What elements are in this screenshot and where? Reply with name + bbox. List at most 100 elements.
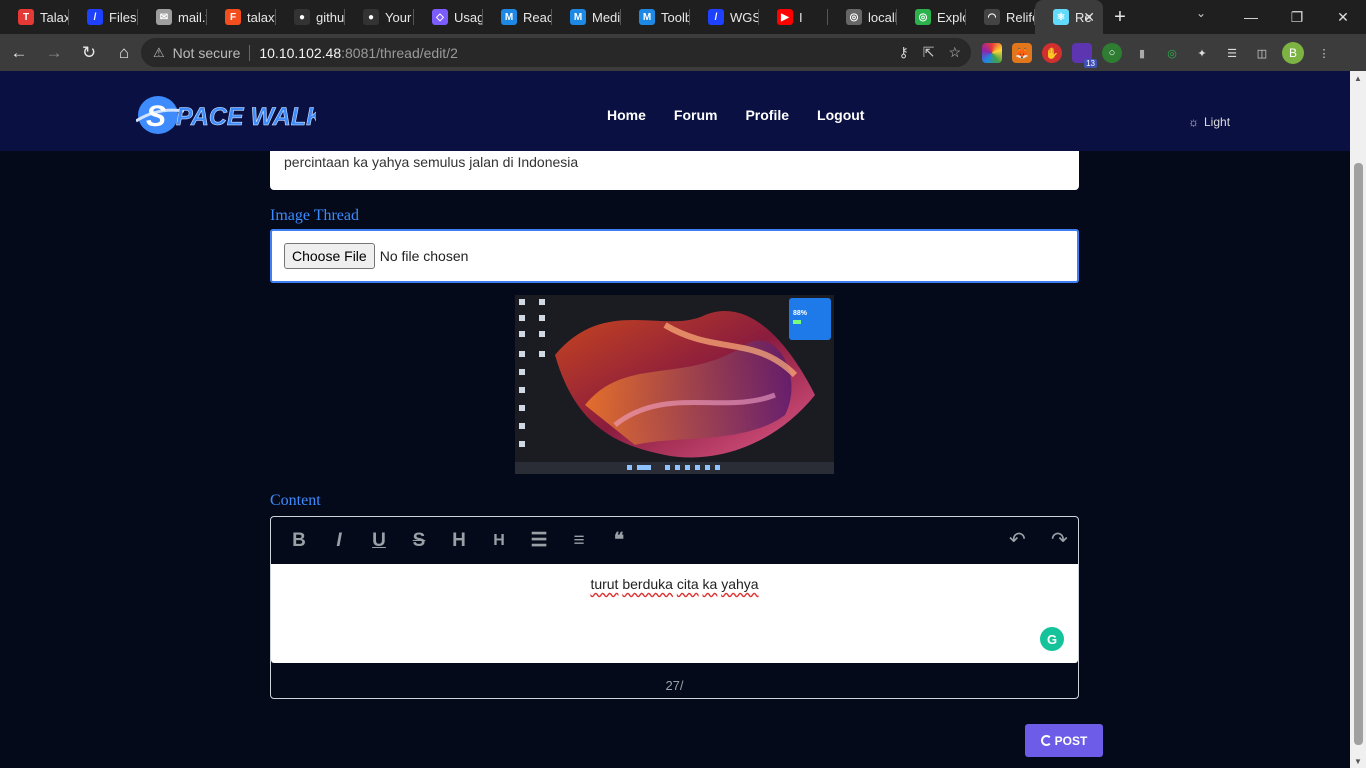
redo-icon[interactable]: ↷ [1051,527,1068,552]
post-button[interactable]: POST [1025,724,1103,757]
theme-toggle[interactable]: ☼ Light [1188,115,1230,129]
close-tab-icon[interactable]: ✕ [1083,9,1095,26]
browser-tab[interactable]: ● Your [345,0,414,34]
mui-icon: M [570,9,586,25]
loading-spinner-icon [1040,735,1052,746]
tab-active[interactable]: ⚛ Re ✕ [1035,0,1103,34]
heading1-icon[interactable]: H [439,530,479,552]
editor-word[interactable]: yahya [721,576,758,592]
logo-text: PACE WALK [176,103,316,131]
tab-title: Toolbar [661,9,690,25]
numbered-list-icon[interactable]: ≡ [559,530,599,552]
security-label[interactable]: Not secure [173,45,241,61]
heading2-icon[interactable]: H [479,532,519,550]
image-preview: 88% [515,295,834,474]
mail-icon: ✉ [156,9,172,25]
editor-word[interactable]: ka [703,576,718,592]
undo-icon[interactable]: ↶ [1009,527,1026,552]
close-window-icon[interactable]: ✕ [1320,9,1366,26]
grammarly-icon[interactable]: G [1040,627,1064,651]
browser-tab[interactable]: Ftalaxy [207,0,276,34]
thread-title-field[interactable]: percintaan ka yahya semulus jalan di Ind… [270,151,1079,190]
theme-toggle-label: Light [1204,115,1231,129]
globe-icon: ◎ [846,9,862,25]
bullet-list-icon[interactable]: ☰ [519,529,559,552]
warning-icon[interactable]: ⚠ [153,45,165,61]
nav-forum[interactable]: Forum [674,107,718,123]
new-tab-button[interactable]: + [1103,6,1137,29]
share-icon[interactable]: ⇱ [923,44,935,61]
editor-content-area[interactable]: turut berduka cita ka yahya G [271,564,1078,663]
reload-icon[interactable]: ↻ [73,37,105,69]
editor-word[interactable]: turut [590,576,618,592]
adblock-icon[interactable]: ✋ [1042,43,1062,63]
editor-word[interactable]: cita [677,576,699,592]
metamask-icon[interactable]: 🦊 [1012,43,1032,63]
browser-tab[interactable]: M Media [552,0,621,34]
bottle-extension-icon[interactable]: ▮ [1132,43,1152,63]
nav-logout[interactable]: Logout [817,107,864,123]
nav-home[interactable]: Home [607,107,646,123]
italic-icon[interactable]: I [319,530,359,552]
extensions-area: 🦊 ✋ 13 ○ ▮ ◎ ✦ ☰ ◫ B ⋮ [982,42,1334,68]
browser-tab[interactable]: M React [483,0,552,34]
browser-tab[interactable]: T Talaxy [0,0,69,34]
bookmark-star-icon[interactable]: ☆ [948,44,961,61]
scroll-up-icon[interactable]: ▲ [1354,74,1362,83]
image-file-input[interactable]: Choose File No file chosen [270,229,1079,283]
tab-search-icon[interactable]: ⌄ [1196,6,1206,20]
address-bar[interactable]: ⚠ Not secure 10.10.102.48 :8081/thread/e… [141,38,971,67]
forward-icon[interactable]: → [38,37,70,69]
browser-tab[interactable]: ● github [276,0,345,34]
space-walk-logo[interactable]: S PACE WALK [136,93,316,137]
browser-tab[interactable]: ✉ mail.yahoo [138,0,207,34]
browser-tab[interactable]: ▶ I [759,0,828,34]
tab-title: I [799,9,803,25]
browser-tab[interactable]: ◎ localhost [828,0,897,34]
colorpick-extension-icon[interactable] [982,43,1002,63]
bold-icon[interactable]: B [279,530,319,552]
browser-tab[interactable]: ◎ Explorer [897,0,966,34]
profile-avatar[interactable]: B [1282,42,1304,64]
browser-tab[interactable]: ◠ Relife [966,0,1035,34]
side-panel-icon[interactable]: ◫ [1252,43,1272,63]
window-controls: — ❐ ✕ [1228,0,1366,34]
browser-tab[interactable]: ◇ Usage [414,0,483,34]
browser-tab[interactable]: / Files [69,0,138,34]
youtube-icon: ▶ [777,9,793,25]
editor-word[interactable]: berduka [622,576,673,592]
browser-tab[interactable]: M Toolbar [621,0,690,34]
extension-badge-icon[interactable]: 13 [1072,43,1097,68]
editor-toolbar: B I U S H H ☰ ≡ ❝ [271,517,1078,564]
quote-icon[interactable]: ❝ [599,529,639,552]
kebab-menu-icon[interactable]: ⋮ [1314,43,1334,63]
minimize-icon[interactable]: — [1228,9,1274,25]
page-scrollbar[interactable]: ▲ ▼ [1350,71,1366,768]
tab-title: WGS [730,9,759,25]
browser-tab[interactable]: / WGS [690,0,759,34]
globe-extension-icon[interactable]: ○ [1102,43,1122,63]
key-icon[interactable]: ⚷ [898,44,908,61]
restore-icon[interactable]: ❐ [1274,9,1320,26]
puzzle-icon[interactable]: ✦ [1192,43,1212,63]
url-host[interactable]: 10.10.102.48 [259,45,341,61]
home-icon[interactable]: ⌂ [108,37,140,69]
address-divider [249,44,251,61]
github-icon: ● [363,9,379,25]
nav-profile[interactable]: Profile [745,107,789,123]
scrollbar-thumb[interactable] [1354,163,1363,745]
tab-title: Relife [1006,9,1035,25]
choose-file-button[interactable]: Choose File [284,243,375,269]
url-path[interactable]: :8081/thread/edit/2 [341,45,458,61]
logo-initial: S [146,100,166,133]
editor-text[interactable]: turut berduka cita ka yahya [271,576,1078,592]
media-control-icon[interactable]: ☰ [1222,43,1242,63]
site-header: S PACE WALK Home Forum Profile Logout ☼ … [0,71,1350,151]
back-icon[interactable]: ← [3,37,35,69]
post-button-label: POST [1054,733,1088,748]
graphql-icon: ◇ [432,9,448,25]
scroll-down-icon[interactable]: ▼ [1354,757,1362,766]
strikethrough-icon[interactable]: S [399,530,439,552]
target-extension-icon[interactable]: ◎ [1162,43,1182,63]
underline-icon[interactable]: U [359,530,399,552]
